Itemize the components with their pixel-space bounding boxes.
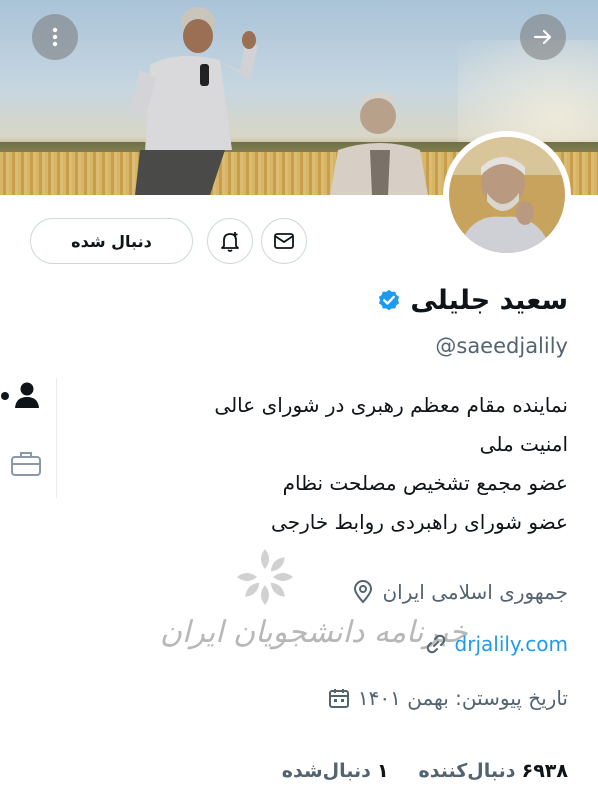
side-divider xyxy=(56,378,57,498)
notifications-button[interactable] xyxy=(207,218,253,264)
following-count: ۱ xyxy=(376,760,389,782)
calendar-icon xyxy=(328,689,349,708)
bio-line: نماینده مقام معظم رهبری در شورای عالی xyxy=(214,393,568,417)
followers-count: ۶۹۳۸ xyxy=(521,760,568,782)
more-vertical-icon xyxy=(52,27,58,47)
profile-bio: نماینده مقام معظم رهبری در شورای عالی ام… xyxy=(98,386,568,542)
username-handle: @saeedjalily xyxy=(435,334,568,358)
display-name: سعید جلیلی xyxy=(410,284,568,316)
following-button[interactable]: دنبال شده xyxy=(30,218,193,264)
joined-row: تاریخ پیوستن: بهمن ۱۴۰۱ xyxy=(328,686,568,710)
following-label: دنبال‌شده xyxy=(281,760,371,782)
location-pin-icon xyxy=(354,580,373,604)
arrow-right-icon xyxy=(533,29,552,45)
location-row: جمهوری اسلامی ایران xyxy=(352,580,568,604)
followers-stat[interactable]: ۶۹۳۸ دنبال‌کننده xyxy=(419,760,568,782)
forward-button[interactable] xyxy=(520,14,566,60)
mail-icon xyxy=(274,233,294,249)
profile-name-row: سعید جلیلی xyxy=(376,278,568,322)
location-text: جمهوری اسلامی ایران xyxy=(382,580,568,604)
verified-badge-icon xyxy=(379,289,400,311)
avatar[interactable] xyxy=(447,135,567,255)
avatar-photo xyxy=(449,137,565,253)
website-link[interactable]: drjalily.com xyxy=(455,632,568,656)
following-stat[interactable]: ۱ دنبال‌شده xyxy=(282,760,389,782)
follow-stats: ۱ دنبال‌شده ۶۹۳۸ دنبال‌کننده xyxy=(282,760,568,782)
bio-line: امنیت ملی xyxy=(479,432,568,456)
bio-line: عضو مجمع تشخیص مصلحت نظام xyxy=(282,471,568,495)
link-icon xyxy=(426,634,445,654)
more-options-button[interactable] xyxy=(32,14,78,60)
bell-plus-icon xyxy=(221,232,239,252)
watermark-text: خبرنامه دانشجویان ایران xyxy=(160,615,468,650)
joined-date: تاریخ پیوستن: بهمن ۱۴۰۱ xyxy=(357,686,568,710)
website-row[interactable]: drjalily.com xyxy=(425,632,568,656)
followers-label: دنبال‌کننده xyxy=(418,760,516,782)
watermark-logo xyxy=(237,549,293,605)
briefcase-icon xyxy=(11,452,41,476)
message-button[interactable] xyxy=(261,218,307,264)
bio-line: عضو شورای راهبردی روابط خارجی xyxy=(271,510,568,534)
person-icon xyxy=(1,382,39,408)
